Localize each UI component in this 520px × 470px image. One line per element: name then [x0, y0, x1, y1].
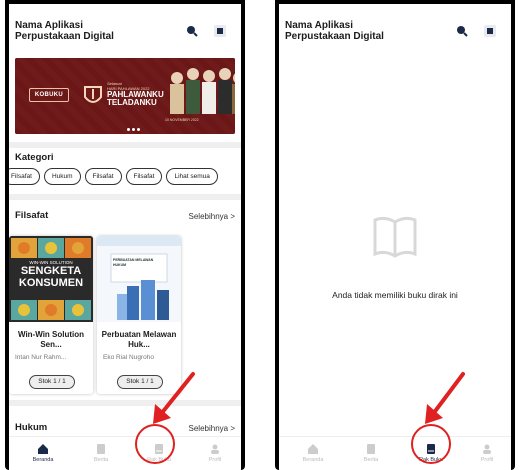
carousel-dots[interactable] — [127, 128, 140, 131]
chip-hukum[interactable]: Hukum — [43, 168, 81, 185]
bottom-nav: Beranda Berita Rak Buku Profil — [9, 436, 241, 470]
book-title: Perbuatan Melawan Huk... — [101, 330, 177, 349]
kobuku-logo: KOBUKU — [29, 88, 69, 102]
nav-label: Berita — [93, 457, 109, 463]
section-divider — [9, 142, 241, 148]
filsafat-title: Filsafat — [15, 210, 49, 221]
stock-badge: Stok 1 / 1 — [29, 375, 75, 389]
kategori-title: Kategori — [15, 152, 54, 163]
section-divider — [9, 400, 241, 406]
chip-lihat-semua[interactable]: Lihat semua — [166, 168, 218, 185]
chip-filsafat-2[interactable]: Filsafat — [84, 168, 122, 185]
nav-label: Profil — [208, 457, 222, 463]
profile-icon — [483, 444, 491, 454]
heroes-illustration — [170, 68, 235, 114]
search-icon[interactable] — [455, 24, 469, 38]
nav-profil[interactable]: Profil — [467, 443, 507, 463]
phone-beranda: Nama Aplikasi Perpustakaan Digital KOBUK… — [5, 0, 245, 470]
nav-label: Beranda — [302, 457, 324, 463]
nav-beranda[interactable]: Beranda — [293, 443, 333, 463]
open-book-icon — [373, 216, 417, 258]
cover-text-2: PERBUATAN MELAWAN HUKUM — [113, 258, 154, 267]
profile-icon — [211, 444, 219, 454]
bottom-nav: Beranda Berita Rak Buku Profil — [279, 436, 511, 470]
news-icon — [367, 444, 375, 454]
banner-date: 10 NOVEMBER 2022 — [165, 118, 199, 122]
cover-text-1: WIN-WIN SOLUTION SENGKETA KONSUMEN — [9, 260, 93, 289]
screen-rak-buku: Nama Aplikasi Perpustakaan Digital Anda … — [279, 4, 511, 470]
cover-line-mid: SENGKETA — [20, 265, 82, 277]
red-arrow-icon — [153, 372, 195, 424]
crest-icon — [84, 86, 102, 103]
app-title: Nama Aplikasi Perpustakaan Digital — [285, 20, 425, 42]
scan-icon[interactable] — [483, 24, 497, 38]
nav-beranda[interactable]: Beranda — [23, 443, 63, 463]
screen-beranda: Nama Aplikasi Perpustakaan Digital KOBUK… — [9, 4, 241, 470]
nav-berita[interactable]: Berita — [351, 443, 391, 463]
chip-filsafat-3[interactable]: Filsafat — [125, 168, 163, 185]
banner-headline-2: TELADANKU — [107, 98, 157, 107]
banner-headline: PAHLAWANKU TELADANKU — [107, 91, 164, 107]
search-icon[interactable] — [185, 24, 199, 38]
nav-label: Berita — [363, 457, 379, 463]
highlight-circle — [135, 424, 175, 464]
app-title: Nama Aplikasi Perpustakaan Digital — [15, 20, 155, 42]
section-divider — [9, 194, 241, 200]
nav-berita[interactable]: Berita — [81, 443, 121, 463]
chip-filsafat-1[interactable]: Filsafat — [9, 168, 40, 185]
news-icon — [97, 444, 105, 454]
app-title-line2: Perpustakaan Digital — [15, 31, 114, 42]
promo-banner[interactable]: KOBUKU Selamat HARI PAHLAWAN 2022 PAHLAW… — [15, 58, 235, 134]
filsafat-more-link[interactable]: Selebihnya > — [189, 212, 235, 221]
nav-profil[interactable]: Profil — [195, 443, 235, 463]
empty-state-message: Anda tidak memiliki buku dirak ini — [332, 290, 458, 300]
category-chips: Filsafat Hukum Filsafat Filsafat Lihat s… — [9, 168, 218, 185]
app-title-line1: Nama Aplikasi — [285, 20, 353, 31]
hukum-title: Hukum — [15, 422, 48, 433]
app-title-line2: Perpustakaan Digital — [285, 31, 384, 42]
book-card[interactable]: WIN-WIN SOLUTION SENGKETA KONSUMEN Win-W… — [9, 236, 93, 394]
nav-label: Beranda — [32, 457, 54, 463]
phone-rak-buku: Nama Aplikasi Perpustakaan Digital Anda … — [275, 0, 515, 470]
book-title: Win-Win Solution Sen... — [17, 330, 85, 349]
highlight-circle — [411, 424, 451, 464]
app-bar: Nama Aplikasi Perpustakaan Digital — [9, 4, 241, 54]
book-cover: WIN-WIN SOLUTION SENGKETA KONSUMEN — [9, 236, 93, 322]
scan-icon[interactable] — [213, 24, 227, 38]
red-arrow-icon — [425, 372, 465, 424]
app-title-line1: Nama Aplikasi — [15, 20, 83, 31]
book-author: Eko Rial Nugroho — [103, 354, 154, 361]
home-icon — [308, 444, 318, 454]
cover-line-bot: KONSUMEN — [18, 277, 84, 289]
nav-label: Profil — [480, 457, 494, 463]
book-author: Intan Nur Rahm... — [15, 354, 67, 361]
app-bar: Nama Aplikasi Perpustakaan Digital — [279, 4, 511, 54]
book-cover: PERBUATAN MELAWAN HUKUM — [97, 236, 181, 322]
cover-art-2 — [97, 236, 181, 322]
home-icon — [38, 444, 48, 454]
